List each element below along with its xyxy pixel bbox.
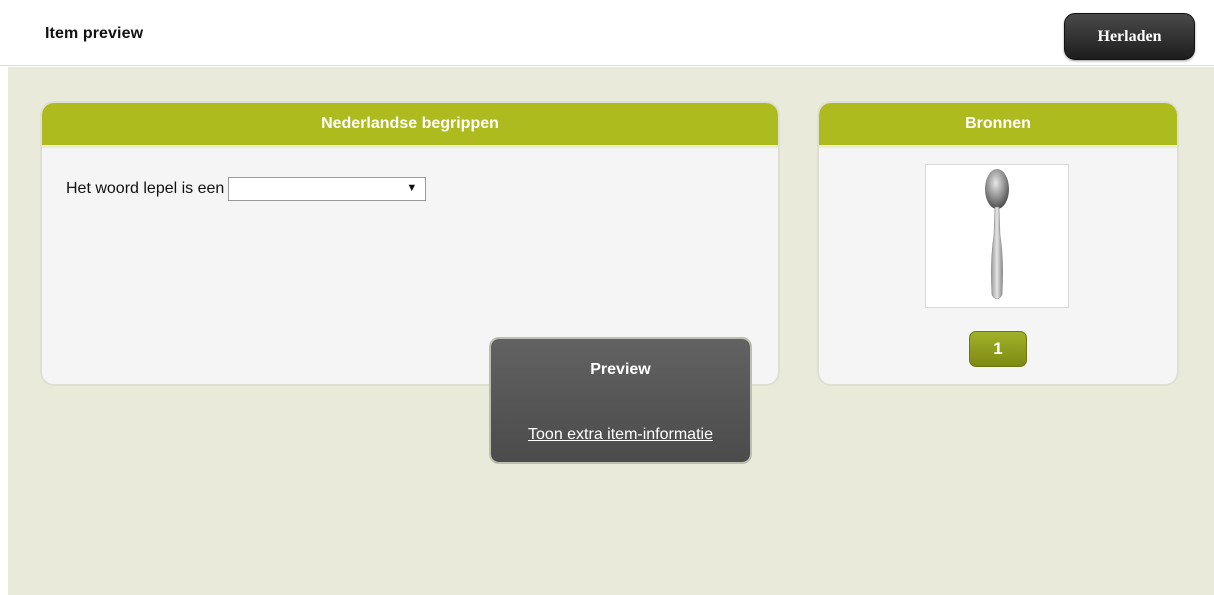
answer-dropdown[interactable]: ▼: [228, 177, 427, 201]
preview-popup-title: Preview: [590, 361, 651, 378]
spoon-icon: [985, 169, 1009, 300]
sources-panel: Bronnen 1: [817, 101, 1179, 386]
question-text: Het woord lepel is een: [66, 180, 225, 197]
source-1-button[interactable]: 1: [969, 331, 1027, 367]
extra-item-info-link[interactable]: Toon extra item-informatie: [491, 426, 750, 444]
sources-panel-header: Bronnen: [819, 103, 1177, 148]
spoon-image[interactable]: [925, 164, 1069, 308]
preview-popup: Preview Toon extra item-informatie: [489, 337, 752, 464]
top-bar: Item preview Herladen: [0, 0, 1214, 66]
dropdown-arrow-icon: ▼: [406, 182, 418, 194]
reload-button[interactable]: Herladen: [1064, 13, 1195, 60]
page-title: Item preview: [45, 25, 144, 42]
question-panel-header: Nederlandse begrippen: [42, 103, 778, 148]
question: Het woord lepel is een ▼: [66, 177, 427, 201]
